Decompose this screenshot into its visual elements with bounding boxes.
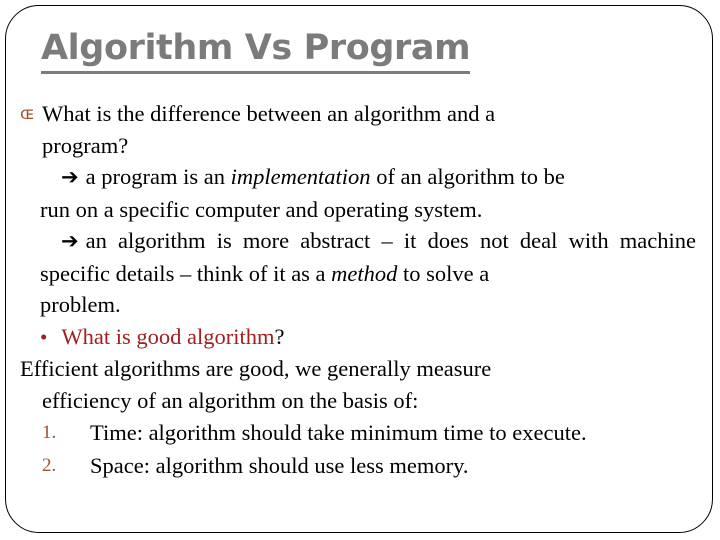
page-title: Algorithm Vs Program (41, 28, 681, 74)
efficiency-paragraph: Efficient algorithms are good, we genera… (20, 353, 696, 416)
list-item-marker: 1. (42, 422, 57, 443)
efficiency-line-2: efficiency of an algorithm on the basis … (42, 387, 419, 413)
program-text-before-italic: a program is an (85, 164, 231, 189)
round-bullet-icon: • (40, 324, 48, 349)
question-line-1: What is the difference between an algori… (42, 101, 496, 126)
list-item: 1. Time: algorithm should take minimum t… (20, 416, 696, 449)
list-item-marker: 2. (42, 455, 57, 476)
program-text-after-italic: of an algorithm to be (370, 164, 565, 189)
good-algorithm-question-mark: ? (274, 323, 285, 349)
algorithm-line-3: problem. (40, 292, 121, 317)
program-definition-paragraph: ➔ a program is an implementation of an al… (20, 161, 696, 225)
algorithm-definition-paragraph: ➔ an algorithm is more abstract – it does… (20, 225, 696, 321)
algorithm-line-2-after-italic: to solve a (397, 260, 490, 286)
list-item-text: Space: algorithm should use less memory. (90, 453, 469, 478)
list-item-text: Time: algorithm should take minimum time… (90, 420, 587, 445)
good-algorithm-heading: • What is good algorithm? (20, 321, 696, 354)
list-item: 2. Space: algorithm should use less memo… (20, 449, 696, 482)
program-italic-word: implementation (230, 164, 371, 189)
algorithm-line-1: an algorithm is more abstract – it does … (85, 228, 609, 253)
question-bullet-paragraph: ɶ What is the difference between an algo… (20, 98, 696, 161)
wingding-curl-bullet-icon: ɶ (20, 104, 35, 124)
page-title-text: Algorithm Vs Program (41, 28, 471, 74)
good-algorithm-red-text: What is good algorithm (61, 323, 275, 349)
right-arrow-icon: ➔ (61, 229, 79, 253)
algorithm-italic-word: method (331, 260, 398, 286)
slide: Algorithm Vs Program ɶ What is the diffe… (0, 0, 720, 540)
question-line-2: program? (42, 132, 129, 158)
program-line-2: run on a specific computer and operating… (40, 196, 483, 222)
right-arrow-icon: ➔ (61, 165, 79, 189)
efficiency-line-1: Efficient algorithms are good, we genera… (20, 356, 492, 381)
slide-body: ɶ What is the difference between an algo… (20, 98, 696, 482)
